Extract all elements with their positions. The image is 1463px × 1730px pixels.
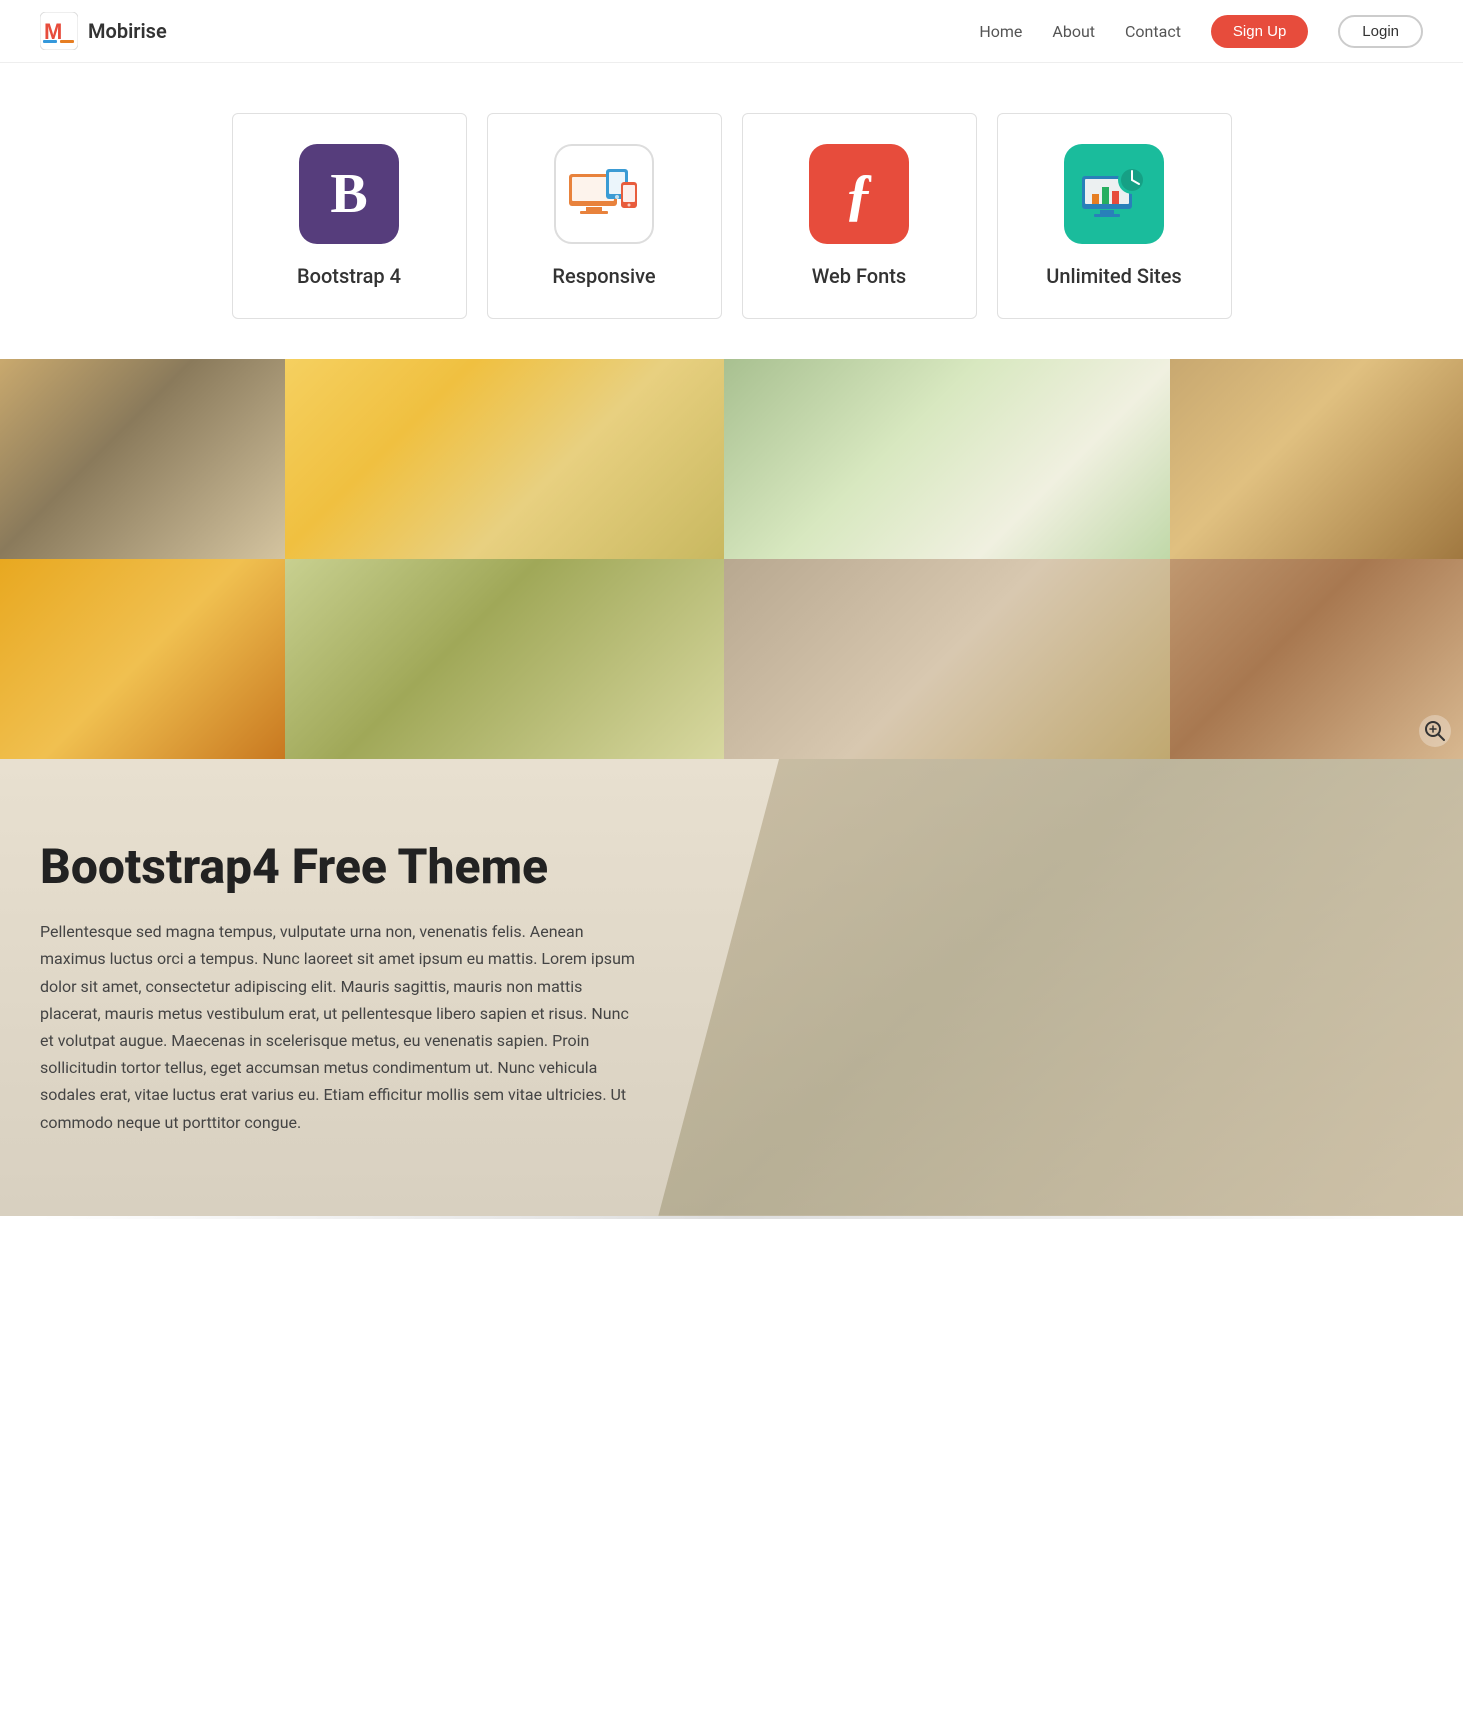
photo-cell-7: [724, 559, 1170, 759]
feature-title-webfonts: Web Fonts: [763, 264, 956, 288]
photo-1: [0, 359, 285, 559]
nav-link-contact[interactable]: Contact: [1125, 22, 1181, 41]
photo-cell-2: [285, 359, 724, 559]
features-section: B Bootstrap 4: [0, 63, 1463, 359]
feature-card-webfonts: ƒ Web Fonts: [742, 113, 977, 319]
bottom-divider: [40, 1216, 1423, 1219]
photo-2: [285, 359, 724, 559]
devices-svg: [564, 154, 644, 234]
feature-icon-wrap-webfonts: ƒ: [763, 144, 956, 244]
photo-6: [285, 559, 724, 759]
feature-card-responsive: Responsive: [487, 113, 722, 319]
photo-cell-3: [724, 359, 1170, 559]
mobirise-logo-icon: M: [40, 12, 78, 50]
brand-logo[interactable]: M Mobirise: [40, 12, 167, 50]
photo-cell-8: [1170, 559, 1463, 759]
unlimited-icon: [1064, 144, 1164, 244]
content-title: Bootstrap4 Free Theme: [40, 839, 640, 894]
photo-cell-6: [285, 559, 724, 759]
unlimited-svg: [1074, 154, 1154, 234]
zoom-icon[interactable]: [1419, 715, 1451, 747]
photo-grid: [0, 359, 1463, 759]
photo-4: [1170, 359, 1463, 559]
photo-cell-5: [0, 559, 285, 759]
content-inner: Bootstrap4 Free Theme Pellentesque sed m…: [40, 839, 640, 1136]
responsive-icon: [554, 144, 654, 244]
feature-title-responsive: Responsive: [508, 264, 701, 288]
feature-icon-wrap-unlimited: [1018, 144, 1211, 244]
photo-7: [724, 559, 1170, 759]
zoom-search-icon: [1424, 720, 1446, 742]
webfonts-icon: ƒ: [809, 144, 909, 244]
bootstrap-icon: B: [299, 144, 399, 244]
feature-title-bootstrap: Bootstrap 4: [253, 264, 446, 288]
nav-link-about[interactable]: About: [1052, 22, 1095, 41]
photo-3: [724, 359, 1170, 559]
content-bg-decoration: [658, 759, 1463, 1216]
content-body: Pellentesque sed magna tempus, vulputate…: [40, 918, 640, 1136]
brand-name-label: Mobirise: [88, 19, 167, 43]
content-section: Bootstrap4 Free Theme Pellentesque sed m…: [0, 759, 1463, 1216]
navbar: M Mobirise Home About Contact Sign Up Lo…: [0, 0, 1463, 63]
feature-icon-wrap-responsive: [508, 144, 701, 244]
feature-icon-wrap-bootstrap: B: [253, 144, 446, 244]
nav-links: Home About Contact Sign Up Login: [979, 15, 1423, 48]
nav-link-home[interactable]: Home: [979, 22, 1022, 41]
photo-5: [0, 559, 285, 759]
features-grid: B Bootstrap 4: [232, 113, 1232, 319]
feature-title-unlimited: Unlimited Sites: [1018, 264, 1211, 288]
feature-card-bootstrap: B Bootstrap 4: [232, 113, 467, 319]
photo-cell-1: [0, 359, 285, 559]
feature-card-unlimited: Unlimited Sites: [997, 113, 1232, 319]
login-button[interactable]: Login: [1338, 15, 1423, 48]
signup-button[interactable]: Sign Up: [1211, 15, 1308, 48]
photo-cell-4: [1170, 359, 1463, 559]
